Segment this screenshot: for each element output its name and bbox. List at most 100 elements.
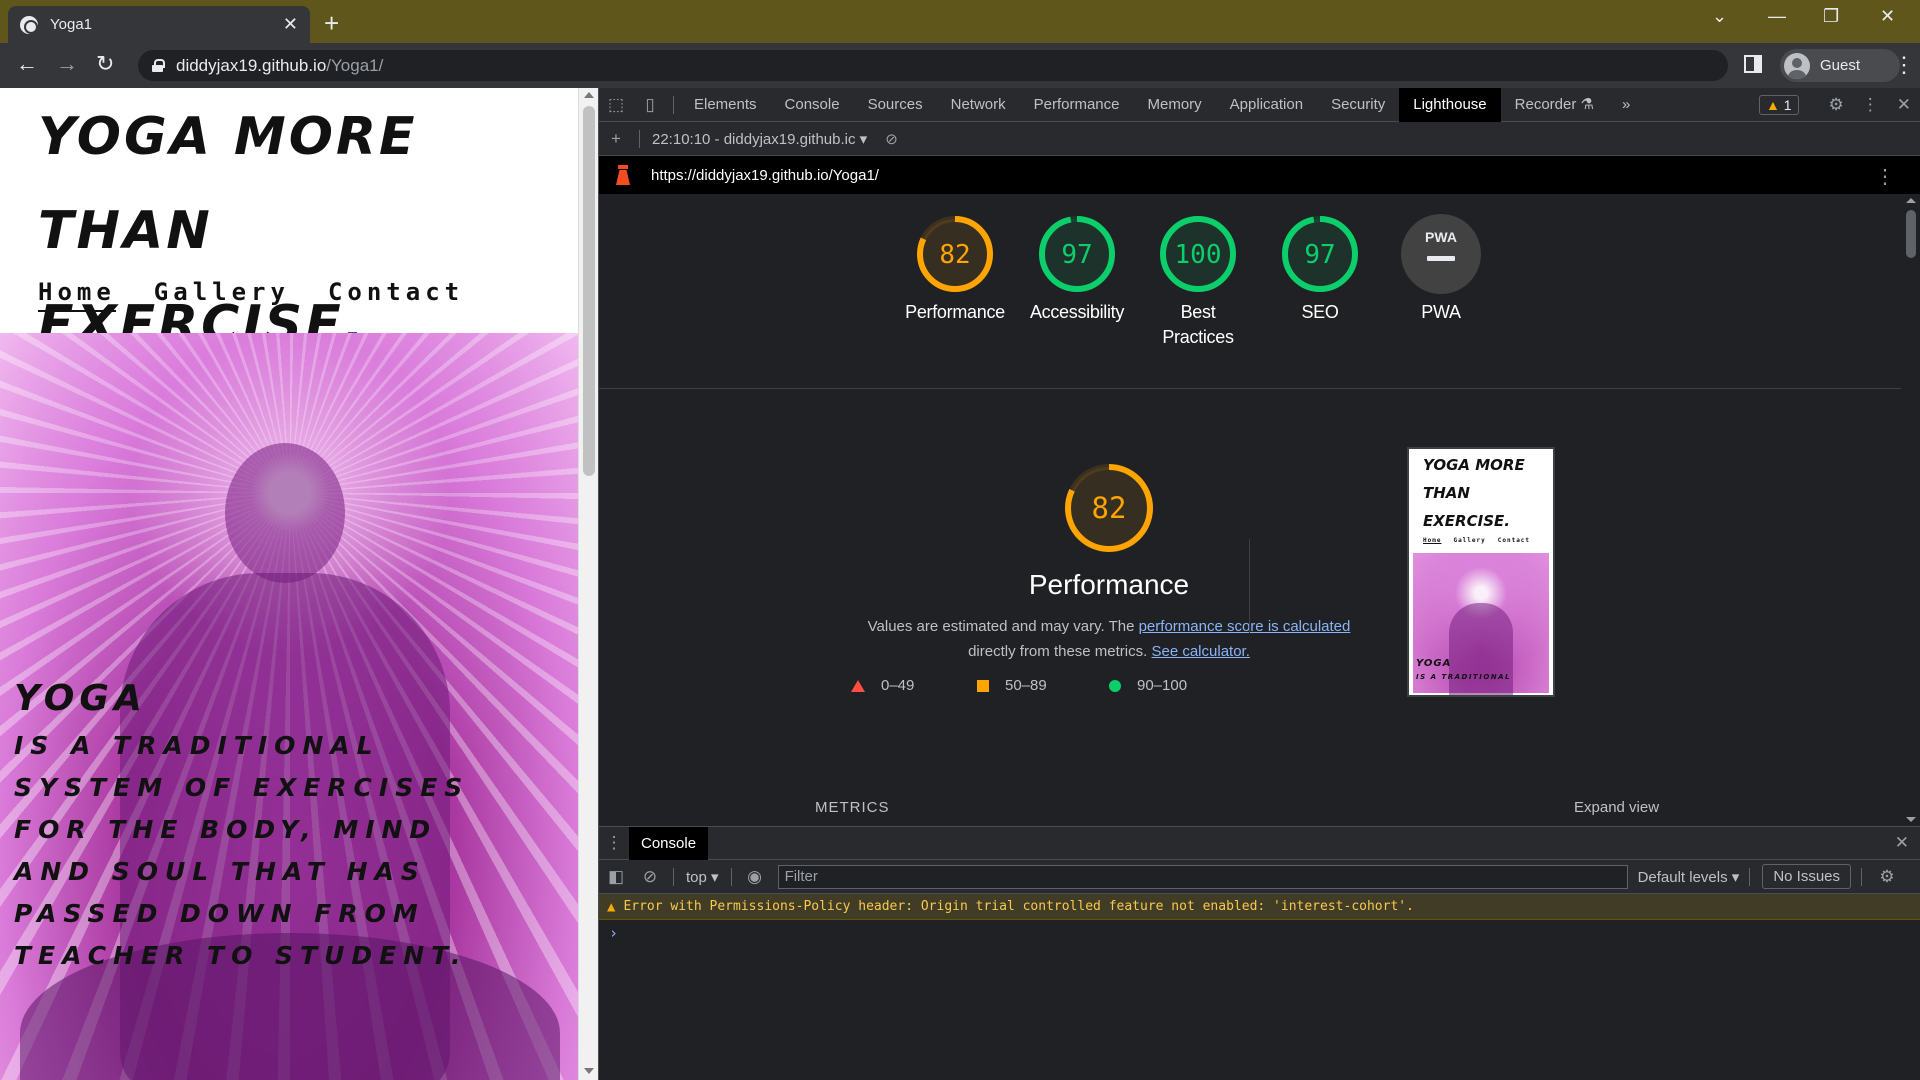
drawer-menu-icon[interactable]: ⋮ — [599, 833, 629, 853]
warning-icon: ▲ — [607, 898, 616, 915]
live-expression-eye-icon[interactable]: ◉ — [738, 867, 772, 887]
new-report-icon[interactable]: + — [599, 129, 633, 149]
console-prompt-icon[interactable]: › — [609, 924, 618, 942]
settings-gear-icon[interactable]: ⚙ — [1829, 95, 1844, 115]
separator — [1861, 867, 1863, 886]
gauge-ring: 82 — [917, 216, 993, 292]
hero-text-block: YOGA is a traditional system of exercise… — [14, 673, 484, 977]
close-tab-icon[interactable]: ✕ — [283, 14, 298, 35]
website-viewport: YOGA MORE THAN EXERCISE. Home Gallery Co… — [0, 88, 578, 1080]
log-levels-label: Default levels — [1637, 868, 1728, 886]
score-gauge-performance[interactable]: 82 Performance — [895, 214, 1015, 325]
new-tab-icon[interactable]: + — [324, 8, 339, 39]
tab-performance[interactable]: Performance — [1020, 88, 1134, 122]
separator — [639, 129, 640, 148]
side-panel-icon[interactable] — [1744, 55, 1762, 73]
scroll-up-icon[interactable] — [584, 92, 594, 98]
console-settings-gear-icon[interactable]: ⚙ — [1870, 867, 1904, 887]
gauge-ring: 100 — [1160, 216, 1236, 292]
close-drawer-icon[interactable]: ✕ — [1895, 833, 1909, 853]
legend-average: 50–89 — [977, 677, 1047, 694]
drawer-tab-console[interactable]: Console — [629, 826, 709, 860]
browser-tab[interactable]: Yoga1 ✕ — [8, 6, 310, 43]
browser-menu-icon[interactable]: ⋮ — [1893, 52, 1915, 78]
tab-security[interactable]: Security — [1317, 88, 1399, 122]
thumbnail-nav-item: Home — [1423, 537, 1442, 544]
vertical-divider — [1249, 539, 1250, 633]
scroll-down-icon[interactable] — [584, 1068, 594, 1074]
warning-icon: ▲ — [1766, 97, 1780, 113]
console-warning-message[interactable]: ▲ Error with Permissions-Policy header: … — [599, 894, 1920, 920]
scroll-down-icon[interactable] — [1906, 817, 1916, 822]
score-gauge-best-practices[interactable]: 100 Best Practices — [1138, 214, 1258, 350]
gauge-score: 97 — [1061, 240, 1092, 270]
tab-console[interactable]: Console — [771, 88, 854, 122]
tab-lighthouse[interactable]: Lighthouse — [1399, 87, 1501, 122]
console-message-text: Error with Permissions-Policy header: Or… — [623, 899, 1414, 914]
devtools-menu-icon[interactable]: ⋮ — [1862, 95, 1879, 115]
tab-search-icon[interactable]: ⌄ — [1712, 6, 1727, 27]
nav-home[interactable]: Home — [38, 278, 116, 312]
see-calculator-link[interactable]: See calculator. — [1151, 643, 1249, 660]
log-levels-dropdown[interactable]: Default levels ▾ — [1638, 868, 1740, 886]
reload-icon[interactable]: ↻ — [96, 51, 114, 77]
clear-reports-icon[interactable]: ⊘ — [885, 130, 898, 148]
gauge-label: SEO — [1301, 302, 1339, 322]
thumbnail-title: YOGA MORE THAN EXERCISE. — [1423, 456, 1525, 530]
tab-recorder-label: Recorder — [1514, 95, 1577, 113]
tab-elements[interactable]: Elements — [680, 88, 771, 122]
gauge-label: Accessibility — [1029, 302, 1125, 322]
score-gauge-seo[interactable]: 97 SEO — [1260, 214, 1380, 325]
tab-sources[interactable]: Sources — [854, 88, 937, 122]
flask-icon: ⚗ — [1580, 95, 1594, 113]
address-bar[interactable]: diddyjax19.github.io /Yoga1/ — [138, 50, 1728, 81]
site-title: YOGA MORE THAN EXERCISE. — [38, 107, 418, 355]
tab-network[interactable]: Network — [937, 88, 1020, 122]
scroll-up-icon[interactable] — [1906, 198, 1916, 203]
restore-icon[interactable]: ❐ — [1823, 6, 1839, 27]
performance-score-link[interactable]: performance score is calculated — [1139, 618, 1351, 635]
context-selector[interactable]: top ▾ — [686, 868, 719, 886]
issues-button[interactable]: No Issues — [1762, 864, 1852, 889]
tab-recorder[interactable]: Recorder ⚗ — [1501, 88, 1608, 122]
sidebar-toggle-icon[interactable]: ◧ — [599, 867, 633, 887]
desc-text: directly from these metrics. — [968, 643, 1152, 660]
url-path: /Yoga1/ — [326, 55, 384, 75]
more-tabs-button[interactable]: » — [1608, 88, 1644, 122]
console-filter-input[interactable] — [777, 864, 1628, 889]
warnings-badge[interactable]: ▲ 1 — [1759, 95, 1799, 115]
score-gauge-accessibility[interactable]: 97 Accessibility — [1017, 214, 1137, 325]
website-scrollbar[interactable] — [578, 88, 598, 1080]
minimize-icon[interactable]: — — [1768, 6, 1786, 27]
report-selector[interactable]: 22:10:10 - diddyjax19.github.ic ▾ — [652, 130, 867, 148]
page-screenshot-thumbnail[interactable]: YOGA MORE THAN EXERCISE. Home Gallery Co… — [1407, 447, 1555, 697]
profile-button[interactable]: Guest — [1780, 49, 1900, 82]
gauge-score: 82 — [1092, 491, 1127, 525]
console-toolbar: ◧ ⊘ top ▾ ◉ Default levels ▾ No Issues ⚙ — [599, 860, 1920, 894]
tab-application[interactable]: Application — [1216, 88, 1317, 122]
report-menu-icon[interactable]: ⋮ — [1875, 164, 1895, 189]
performance-title: Performance — [1028, 569, 1190, 600]
expand-view-toggle[interactable]: Expand view — [1574, 799, 1659, 816]
thumbnail-figure — [1449, 603, 1513, 695]
thumbnail-hero-heading: YOGA — [1416, 658, 1452, 669]
nav-gallery[interactable]: Gallery — [154, 278, 290, 312]
forward-icon[interactable]: → — [56, 51, 78, 77]
report-scrollbar[interactable] — [1901, 194, 1920, 826]
score-gauge-pwa[interactable]: PWA PWA — [1381, 214, 1501, 325]
back-icon[interactable]: ← — [16, 51, 38, 77]
hero-image: YOGA is a traditional system of exercise… — [0, 333, 578, 1080]
lighthouse-report: 82 Performance 97 Accessibility 100 Best Prac… — [599, 194, 1901, 826]
lock-icon[interactable] — [152, 59, 165, 72]
scrollbar-thumb[interactable] — [1906, 210, 1916, 258]
dropdown-arrow-icon: ▾ — [711, 868, 719, 886]
legend-fail: 0–49 — [851, 677, 914, 694]
device-toolbar-icon[interactable]: ▯ — [633, 95, 667, 115]
close-window-icon[interactable]: ✕ — [1880, 6, 1895, 27]
close-devtools-icon[interactable]: ✕ — [1897, 95, 1911, 115]
scrollbar-thumb[interactable] — [583, 106, 595, 476]
tab-memory[interactable]: Memory — [1134, 88, 1216, 122]
inspect-element-icon[interactable]: ⬚ — [599, 95, 633, 115]
clear-console-icon[interactable]: ⊘ — [633, 867, 667, 887]
nav-contact[interactable]: Contact — [328, 278, 464, 312]
